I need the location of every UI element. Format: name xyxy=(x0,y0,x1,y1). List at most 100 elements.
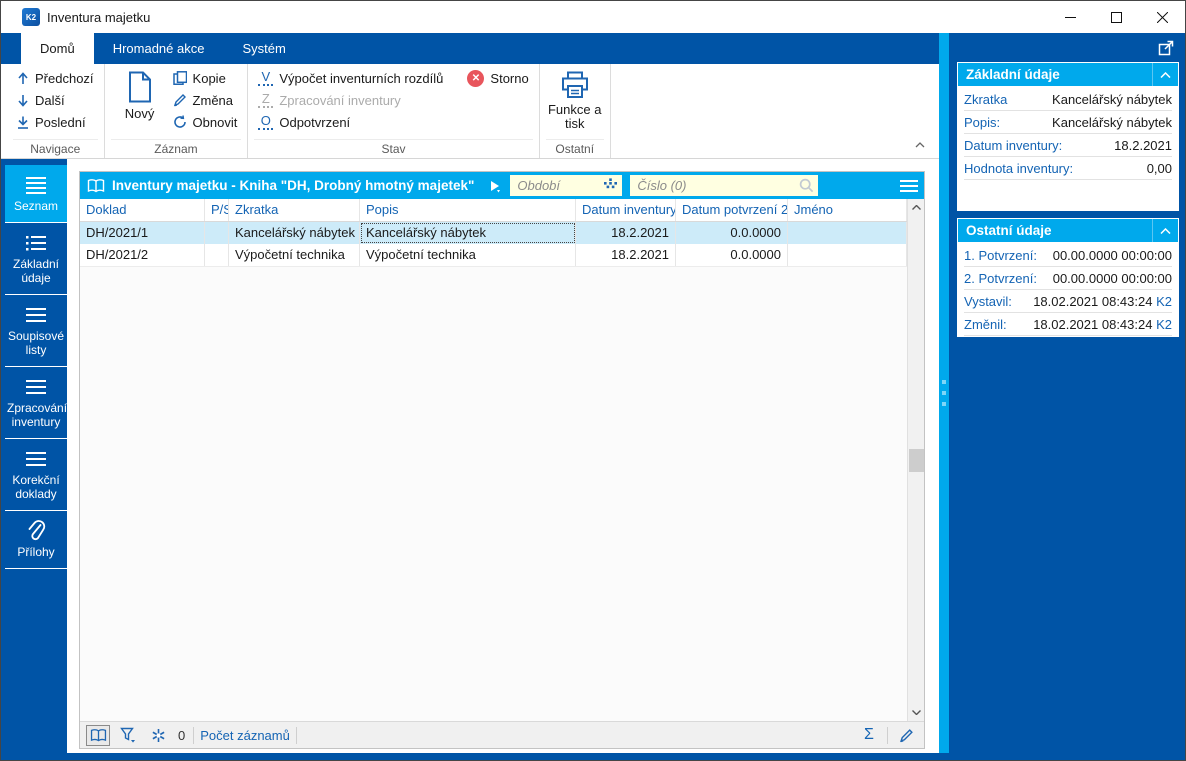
close-button[interactable] xyxy=(1139,1,1185,33)
scroll-down-button[interactable] xyxy=(908,704,924,721)
column-header-jmeno[interactable]: Jméno xyxy=(788,199,907,221)
sidebar-item-prilohy[interactable]: Přílohy xyxy=(5,511,67,569)
next-button[interactable]: Další xyxy=(13,89,98,111)
sidebar-item-soupisove-listy[interactable]: Soupisové listy xyxy=(5,295,67,367)
sum-button[interactable]: Σ xyxy=(857,725,881,746)
minimize-button[interactable] xyxy=(1047,1,1093,33)
scrollbar-thumb[interactable] xyxy=(909,449,924,472)
grid-title: Inventury majetku - Kniha "DH, Drobný hm… xyxy=(112,178,475,193)
cell-ps[interactable] xyxy=(205,222,229,244)
group-label-zaznam: Záznam xyxy=(110,139,242,158)
tab-system[interactable]: Systém xyxy=(223,33,304,64)
book-view-toggle-button[interactable] xyxy=(86,724,110,746)
splitter-grip-dot xyxy=(942,391,946,395)
panel-header-ostatni-udaje[interactable]: Ostatní údaje xyxy=(958,219,1178,242)
field-value: 18.02.2021 08:43:24 K2 xyxy=(1033,316,1172,332)
new-document-icon xyxy=(128,71,151,103)
column-header-zkratka[interactable]: Zkratka xyxy=(229,199,360,221)
copy-button[interactable]: Kopie xyxy=(169,67,242,89)
paperclip-icon xyxy=(7,519,65,543)
collapse-chevron-button[interactable] xyxy=(1152,219,1178,242)
field-value: 0,00 xyxy=(1146,160,1172,176)
cell-datum-potvrzeni-2[interactable]: 0.0.0000 xyxy=(676,244,788,266)
table-row[interactable]: DH/2021/2 Výpočetní technika Výpočetní t… xyxy=(80,244,907,267)
vypocet-rozdilu-button[interactable]: V Výpočet inventurních rozdílů xyxy=(254,67,447,89)
list-icon xyxy=(7,375,65,399)
quick-edit-button[interactable] xyxy=(894,725,918,746)
vertical-scrollbar[interactable] xyxy=(907,199,924,721)
table-row[interactable]: DH/2021/1 Kancelářský nábytek Kancelářsk… xyxy=(80,222,907,244)
column-header-popis[interactable]: Popis xyxy=(360,199,576,221)
tab-domu[interactable]: Domů xyxy=(21,33,94,64)
last-button[interactable]: Poslední xyxy=(13,111,98,133)
sigma-icon: Σ xyxy=(864,726,874,743)
edit-button[interactable]: Změna xyxy=(169,89,242,111)
column-header-datum-potvrzeni-2[interactable]: Datum potvrzení 2 xyxy=(676,199,788,221)
letter-o-icon: O xyxy=(258,114,274,130)
sidebar-item-seznam[interactable]: Seznam xyxy=(5,165,67,223)
scroll-up-button[interactable] xyxy=(908,199,924,216)
panel-splitter[interactable] xyxy=(939,33,949,753)
grid-titlebar: Inventury majetku - Kniha "DH, Drobný hm… xyxy=(80,172,924,199)
grid-menu-button[interactable] xyxy=(894,172,924,199)
cell-popis-focused[interactable]: Kancelářský nábytek xyxy=(360,222,576,244)
filter-button[interactable] xyxy=(116,725,140,746)
odpotvrzeni-button[interactable]: O Odpotvrzení xyxy=(254,111,532,133)
panel-header-zakladni-udaje[interactable]: Základní údaje xyxy=(958,63,1178,86)
condition-asterisk-icon[interactable] xyxy=(146,725,170,746)
letter-v-icon: V xyxy=(258,70,274,86)
cell-jmeno[interactable] xyxy=(788,222,907,244)
cell-datum-inventury[interactable]: 18.2.2021 xyxy=(576,244,676,266)
book-switch-button[interactable] xyxy=(488,179,502,193)
column-header-ps[interactable]: P/S xyxy=(205,199,229,221)
cell-popis[interactable]: Výpočetní technika xyxy=(360,244,576,266)
field-value: Kancelářský nábytek xyxy=(1052,91,1172,107)
ribbon-group-navigace: Předchozí Další Poslední Navigace xyxy=(7,64,105,158)
storno-button[interactable]: ✕ Storno xyxy=(463,67,532,89)
sidebar-item-zpracovani-inventury[interactable]: Zpracování inventury xyxy=(5,367,67,439)
cell-jmeno[interactable] xyxy=(788,244,907,266)
number-search-input[interactable] xyxy=(630,175,819,196)
play-icon xyxy=(491,180,501,192)
cell-zkratka[interactable]: Výpočetní technika xyxy=(229,244,360,266)
sidebar-item-zakladni-udaje[interactable]: Základní údaje xyxy=(5,223,67,295)
column-header-doklad[interactable]: Doklad xyxy=(80,199,205,221)
cell-datum-inventury[interactable]: 18.2.2021 xyxy=(576,222,676,244)
splitter-grip-dot xyxy=(942,380,946,384)
ribbon-collapse-button[interactable] xyxy=(915,136,925,151)
record-count-value: 0 xyxy=(178,727,186,743)
cell-datum-potvrzeni-2[interactable]: 0.0.0000 xyxy=(676,222,788,244)
ribbon-group-ostatni: Funkce a tisk Ostatní xyxy=(540,64,611,158)
previous-button[interactable]: Předchozí xyxy=(13,67,98,89)
list-icon xyxy=(7,447,65,471)
funkce-a-tisk-button[interactable]: Funkce a tisk xyxy=(546,67,604,139)
tab-hromadne-akce[interactable]: Hromadné akce xyxy=(94,33,224,64)
collapse-chevron-button[interactable] xyxy=(1152,63,1178,86)
refresh-button[interactable]: Obnovit xyxy=(169,111,242,133)
field-label: Změnil: xyxy=(964,316,1007,332)
footer-separator xyxy=(295,726,297,744)
window-bottom-strip xyxy=(1,753,1185,760)
cell-zkratka[interactable]: Kancelářský nábytek xyxy=(229,222,360,244)
cell-ps[interactable] xyxy=(205,244,229,266)
cell-doklad[interactable]: DH/2021/1 xyxy=(80,222,205,244)
list-icon xyxy=(7,173,65,197)
column-header-datum-inventury[interactable]: Datum inventury xyxy=(576,199,676,221)
open-in-new-window-icon[interactable] xyxy=(1158,40,1174,56)
group-label-stav: Stav xyxy=(254,139,533,158)
panel-zakladni-udaje: Základní údaje Zkratka Kancelářský nábyt… xyxy=(957,62,1179,211)
record-count-label: Počet záznamů xyxy=(200,727,290,743)
left-sidebar: Seznam Základní údaje Soupisové listy Zp… xyxy=(1,159,67,753)
maximize-button[interactable] xyxy=(1093,1,1139,33)
period-picker-icon[interactable] xyxy=(603,178,618,192)
new-button[interactable]: Nový xyxy=(111,67,169,139)
cell-doklad[interactable]: DH/2021/2 xyxy=(80,244,205,266)
refresh-icon xyxy=(173,115,186,128)
number-field-wrap xyxy=(630,175,819,196)
ribbon-group-stav: V Výpočet inventurních rozdílů ✕ Storno … xyxy=(248,64,540,158)
zpracovani-inventury-button: Z Zpracování inventury xyxy=(254,89,532,111)
field-value: 00.00.0000 00:00:00 xyxy=(1052,247,1172,263)
sidebar-item-korekcni-doklady[interactable]: Korekční doklady xyxy=(5,439,67,511)
app-window: K2 Inventura majetku Domů Hromadné akce … xyxy=(0,0,1186,761)
arrow-down-bar-icon xyxy=(18,116,28,129)
